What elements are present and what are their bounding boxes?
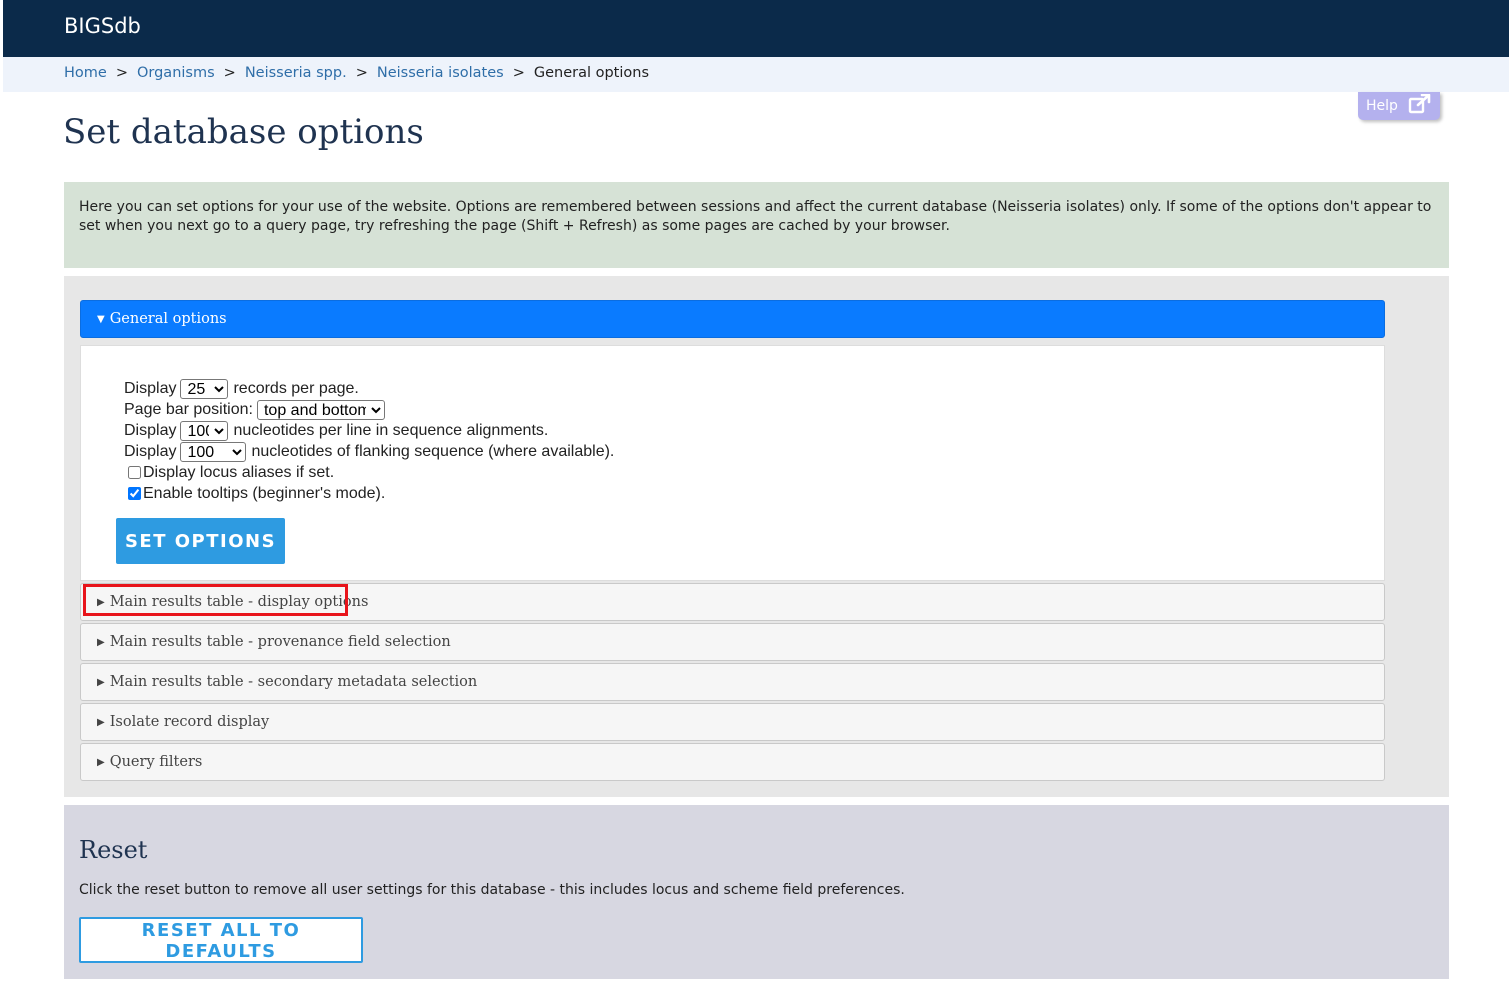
caret-right-icon: ▶ [97, 636, 105, 648]
section-label: Main results table - secondary metadata … [109, 674, 478, 690]
section-provenance-fields[interactable]: ▶ Main results table - provenance field … [80, 623, 1385, 661]
help-label: Help [1366, 98, 1398, 114]
section-label: Main results table - provenance field se… [109, 634, 451, 650]
breadcrumb-separator: > [223, 65, 236, 81]
set-options-button[interactable]: SET OPTIONS [116, 518, 285, 564]
flanking-suffix: nucleotides of flanking sequence (where … [251, 442, 615, 460]
records-suffix: records per page. [233, 379, 359, 397]
section-label: Query filters [109, 754, 203, 770]
aliases-row: Display locus aliases if set. [124, 462, 614, 483]
page-title: Set database options [63, 112, 424, 152]
reset-description: Click the reset button to remove all use… [79, 882, 905, 898]
caret-right-icon: ▶ [97, 716, 105, 728]
page-bar-label: Page bar position: [124, 400, 253, 418]
records-per-page-row: Display 25 records per page. [124, 378, 614, 399]
breadcrumb: Home > Organisms > Neisseria spp. > Neisseria … [64, 65, 649, 81]
page-bar-row: Page bar position: top and bottom [124, 399, 614, 420]
help-button[interactable]: Help [1358, 92, 1440, 120]
breadcrumb-separator: > [115, 65, 128, 81]
breadcrumb-current: General options [533, 65, 650, 81]
flanking-select[interactable]: 100 [180, 441, 247, 462]
section-secondary-metadata[interactable]: ▶ Main results table - secondary metadat… [80, 663, 1385, 701]
top-bar: BIGSdb [3, 0, 1509, 57]
section-isolate-record-display[interactable]: ▶ Isolate record display [80, 703, 1385, 741]
reset-title: Reset [79, 836, 148, 864]
caret-right-icon: ▶ [97, 596, 105, 608]
tooltips-row: Enable tooltips (beginner's mode). [124, 483, 614, 504]
breadcrumb-neisseria-spp[interactable]: Neisseria spp. [245, 65, 347, 81]
section-display-options[interactable]: ▶ Main results table - display options [80, 583, 1385, 621]
general-options-header[interactable]: ▼ General options [80, 300, 1385, 338]
aliases-label: Display locus aliases if set. [143, 463, 335, 481]
section-label: Isolate record display [109, 714, 270, 730]
display-label: Display [124, 379, 177, 397]
tooltips-label: Enable tooltips (beginner's mode). [143, 484, 386, 502]
breadcrumb-neisseria-isolates[interactable]: Neisseria isolates [377, 65, 504, 81]
caret-down-icon: ▼ [97, 313, 105, 325]
alignment-select[interactable]: 100 [180, 420, 229, 441]
general-options-label: General options [109, 311, 227, 327]
section-query-filters[interactable]: ▶ Query filters [80, 743, 1385, 781]
general-options-form: Display 25 records per page. Page bar po… [124, 378, 614, 504]
display-label: Display [124, 421, 177, 439]
options-panel: ▼ General options Display 25 records per… [64, 276, 1449, 797]
breadcrumb-separator: > [355, 65, 368, 81]
section-label: Main results table - display options [109, 594, 369, 610]
flanking-row: Display 100 nucleotides of flanking sequ… [124, 441, 614, 462]
caret-right-icon: ▶ [97, 676, 105, 688]
reset-panel: Reset Click the reset button to remove a… [64, 805, 1449, 979]
aliases-checkbox[interactable] [128, 466, 141, 479]
alignment-suffix: nucleotides per line in sequence alignme… [233, 421, 549, 439]
brand-logo[interactable]: BIGSdb [64, 14, 141, 38]
alignment-row: Display 100 nucleotides per line in sequ… [124, 420, 614, 441]
caret-right-icon: ▶ [97, 756, 105, 768]
display-label: Display [124, 442, 177, 460]
tooltips-checkbox[interactable] [128, 487, 141, 500]
breadcrumb-separator: > [512, 65, 525, 81]
records-per-page-select[interactable]: 25 [180, 378, 229, 399]
info-box: Here you can set options for your use of… [64, 182, 1449, 268]
reset-defaults-button[interactable]: RESET ALL TO DEFAULTS [79, 917, 363, 963]
page-bar-select[interactable]: top and bottom [256, 399, 385, 420]
general-options-body: Display 25 records per page. Page bar po… [80, 345, 1385, 581]
external-link-icon [1408, 93, 1432, 118]
info-text: Here you can set options for your use of… [79, 199, 1432, 234]
breadcrumb-home[interactable]: Home [64, 65, 107, 81]
breadcrumb-organisms[interactable]: Organisms [137, 65, 215, 81]
breadcrumb-bar: Home > Organisms > Neisseria spp. > Neisseria … [3, 57, 1509, 92]
